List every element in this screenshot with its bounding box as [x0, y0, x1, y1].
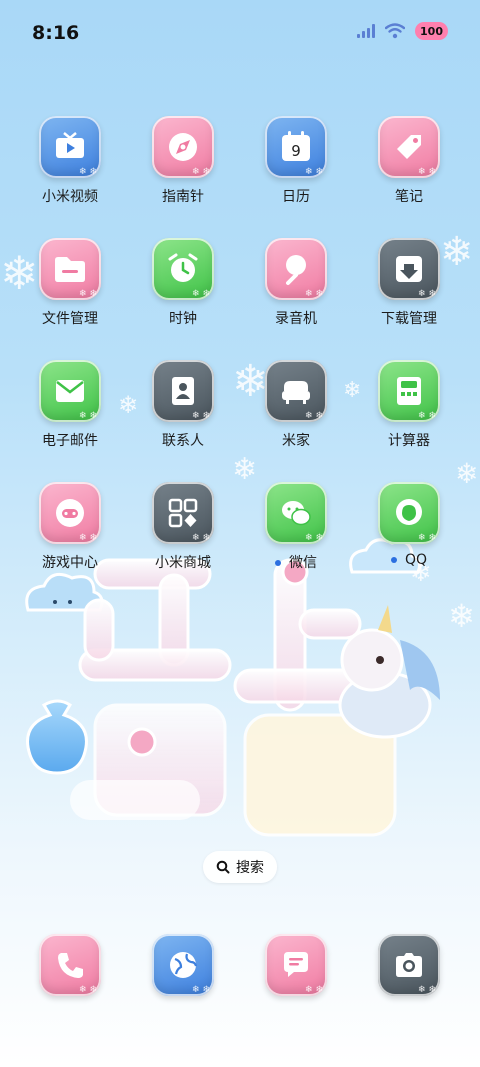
app-label: 联系人	[162, 433, 204, 449]
app-qq[interactable]: QQ	[354, 482, 464, 568]
app-label: 录音机	[275, 311, 317, 327]
contacts-icon	[152, 360, 214, 422]
download-icon	[378, 238, 440, 300]
search-button[interactable]: 搜索	[203, 851, 277, 883]
battery-indicator: 100	[415, 22, 448, 40]
app-label: 小米视频	[42, 189, 98, 205]
app-wechat[interactable]: 微信	[241, 482, 351, 572]
new-notification-dot	[390, 557, 397, 563]
wechat-icon	[265, 482, 327, 544]
microphone-icon	[265, 238, 327, 300]
app-label: 笔记	[395, 189, 423, 205]
app-clock[interactable]: 时钟	[128, 238, 238, 328]
store-grid-icon	[152, 482, 214, 544]
alarm-clock-icon	[152, 238, 214, 300]
status-bar: 8:16 100	[0, 0, 480, 64]
app-notes[interactable]: 笔记	[354, 116, 464, 206]
app-xiaomi-video[interactable]: 小米视频	[15, 116, 125, 206]
search-label: 搜索	[236, 860, 264, 876]
snowflake-decoration: ❄	[232, 452, 258, 487]
sofa-icon	[265, 360, 327, 422]
app-compass[interactable]: 指南针	[128, 116, 238, 206]
phone-icon	[39, 934, 101, 996]
app-label: QQ	[404, 552, 428, 568]
folder-icon	[39, 238, 101, 300]
dock-messages[interactable]	[241, 934, 351, 996]
app-label: 时钟	[169, 311, 197, 327]
app-label: 小米商城	[155, 555, 211, 571]
app-xiaomi-store[interactable]: 小米商城	[128, 482, 238, 572]
app-label: 日历	[282, 189, 310, 205]
gamepad-icon	[39, 482, 101, 544]
dock-phone[interactable]	[15, 934, 125, 996]
app-downloads[interactable]: 下载管理	[354, 238, 464, 328]
qq-icon	[378, 482, 440, 544]
tv-play-icon	[39, 116, 101, 178]
calendar-day: 9	[291, 142, 301, 160]
app-label: 电子邮件	[42, 433, 98, 449]
app-label: 文件管理	[42, 311, 98, 327]
app-game-center[interactable]: 游戏中心	[15, 482, 125, 572]
app-email[interactable]: 电子邮件	[15, 360, 125, 450]
app-file-manager[interactable]: 文件管理	[15, 238, 125, 328]
status-icons: 100	[357, 22, 448, 40]
app-contacts[interactable]: 联系人	[128, 360, 238, 450]
app-label: 下载管理	[381, 311, 437, 327]
search-icon	[216, 860, 230, 874]
app-calculator[interactable]: 计算器	[354, 360, 464, 450]
compass-icon	[152, 116, 214, 178]
app-label: 指南针	[162, 189, 204, 205]
mail-icon	[39, 360, 101, 422]
camera-icon	[378, 934, 440, 996]
app-calendar[interactable]: 9 日历	[241, 116, 351, 206]
app-label-with-dot: 微信	[241, 552, 351, 572]
app-label: 游戏中心	[42, 555, 98, 571]
app-label-with-dot: QQ	[354, 552, 464, 568]
messages-icon	[265, 934, 327, 996]
app-label: 微信	[289, 555, 317, 571]
dock-camera[interactable]	[354, 934, 464, 996]
calculator-icon	[378, 360, 440, 422]
app-recorder[interactable]: 录音机	[241, 238, 351, 328]
wifi-icon	[385, 23, 406, 39]
signal-icon	[357, 24, 376, 38]
app-label: 计算器	[388, 433, 430, 449]
new-notification-dot	[275, 560, 281, 566]
app-mijia[interactable]: 米家	[241, 360, 351, 450]
status-time: 8:16	[32, 22, 80, 44]
dock-browser[interactable]	[128, 934, 238, 996]
note-tag-icon	[378, 116, 440, 178]
calendar-icon: 9	[265, 116, 327, 178]
app-label: 米家	[282, 433, 310, 449]
browser-icon	[152, 934, 214, 996]
